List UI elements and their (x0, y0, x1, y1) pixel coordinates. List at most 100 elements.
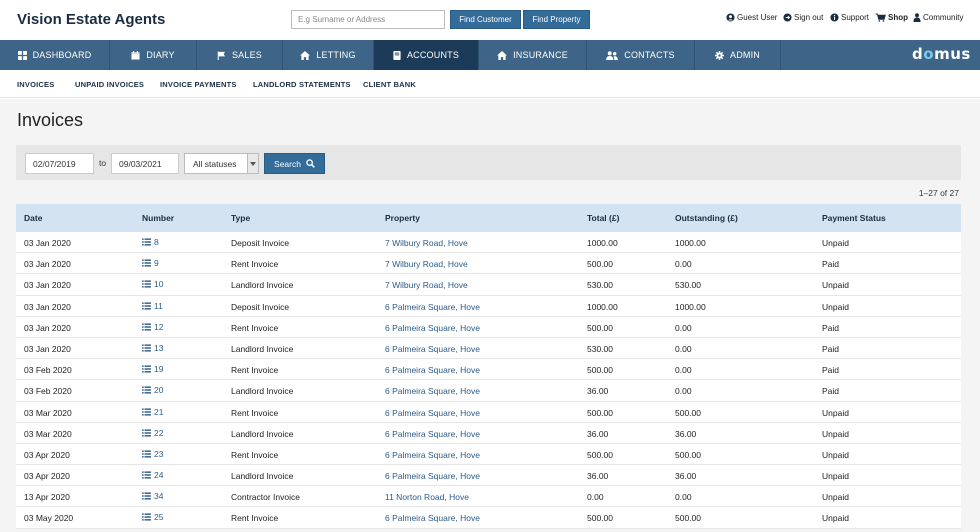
property-link[interactable]: 6 Palmeira Square, Hove (385, 450, 480, 460)
guest-user-link[interactable]: Guest User (726, 13, 777, 22)
property-link[interactable]: 6 Palmeira Square, Hove (385, 471, 480, 481)
invoice-number-link[interactable]: 9 (142, 258, 159, 268)
cell-type: Landlord Invoice (231, 343, 294, 354)
invoice-number-link[interactable]: 11 (142, 301, 163, 311)
nav-diary[interactable]: DIARY (110, 40, 197, 70)
property-link[interactable]: 7 Wilbury Road, Hove (385, 259, 468, 269)
subnav-unpaid-invoices[interactable]: UNPAID INVOICES (75, 80, 144, 89)
invoices-table: Date Number Type Property Total (£) Outs… (16, 204, 961, 529)
list-icon (142, 344, 151, 352)
cell-total: 500.00 (587, 449, 613, 460)
cell-total: 500.00 (587, 365, 613, 376)
col-outstanding[interactable]: Outstanding (£) (675, 213, 738, 223)
property-link[interactable]: 6 Palmeira Square, Hove (385, 344, 480, 354)
col-payment-status[interactable]: Payment Status (822, 213, 886, 223)
col-type[interactable]: Type (231, 213, 250, 223)
book-icon (393, 50, 401, 60)
property-link[interactable]: 6 Palmeira Square, Hove (385, 386, 480, 396)
cell-payment-status: Unpaid (822, 471, 849, 482)
cell-outstanding: 1000.00 (675, 238, 706, 248)
property-link[interactable]: 6 Palmeira Square, Hove (385, 408, 480, 418)
invoice-number-link[interactable]: 25 (142, 512, 163, 522)
grid-icon (17, 50, 27, 60)
nav-contacts[interactable]: CONTACTS (587, 40, 695, 70)
user-circle-icon (726, 13, 735, 22)
table-header: Date Number Type Property Total (£) Outs… (16, 204, 961, 232)
list-icon (142, 513, 151, 521)
invoice-number-link[interactable]: 23 (142, 449, 163, 459)
invoice-number-link[interactable]: 34 (142, 491, 163, 501)
nav-accounts[interactable]: ACCOUNTS (374, 40, 479, 70)
find-customer-button[interactable]: Find Customer (450, 10, 521, 29)
list-icon (142, 450, 151, 458)
nav-admin[interactable]: ADMIN (695, 40, 781, 70)
subnav-invoice-payments[interactable]: INVOICE PAYMENTS (160, 80, 237, 89)
support-label: Support (841, 13, 870, 22)
invoice-number-link[interactable]: 10 (142, 279, 163, 289)
cell-type: Contractor Invoice (231, 492, 300, 503)
cell-date: 03 Jan 2020 (24, 322, 71, 333)
community-link[interactable]: Community (913, 13, 963, 22)
invoice-number-link[interactable]: 12 (142, 322, 163, 332)
list-icon (142, 302, 151, 310)
nav-insurance[interactable]: INSURANCE (479, 40, 587, 70)
find-property-button[interactable]: Find Property (523, 10, 590, 29)
invoice-number-link[interactable]: 20 (142, 385, 163, 395)
domus-logo[interactable]: domus (912, 45, 971, 63)
invoice-number-link[interactable]: 19 (142, 364, 163, 374)
cell-total: 36.00 (587, 386, 609, 397)
sign-out-link[interactable]: Sign out (783, 13, 823, 22)
cell-total: 1000.00 (587, 238, 618, 248)
property-link[interactable]: 6 Palmeira Square, Hove (385, 365, 480, 375)
invoice-number: 24 (154, 470, 164, 481)
nav-dashboard[interactable]: DASHBOARD (0, 40, 110, 70)
col-number[interactable]: Number (142, 213, 174, 223)
property-link[interactable]: 7 Wilbury Road, Hove (385, 238, 468, 248)
date-to-input[interactable] (111, 153, 179, 174)
nav-letting[interactable]: LETTING (283, 40, 374, 70)
invoice-number-link[interactable]: 13 (142, 343, 163, 353)
search-input[interactable] (291, 10, 445, 29)
cell-type: Rent Invoice (231, 407, 279, 418)
cell-outstanding: 530.00 (675, 280, 701, 291)
nav-insurance-label: INSURANCE (513, 50, 568, 60)
property-link[interactable]: 7 Wilbury Road, Hove (385, 280, 468, 290)
invoice-number: 21 (154, 406, 164, 417)
property-link[interactable]: 6 Palmeira Square, Hove (385, 513, 480, 523)
subnav-client-bank[interactable]: CLIENT BANK (363, 80, 416, 89)
cell-total: 530.00 (587, 343, 613, 354)
cell-payment-status: Unpaid (822, 407, 849, 418)
sign-out-label: Sign out (794, 13, 824, 22)
property-link[interactable]: 6 Palmeira Square, Hove (385, 429, 480, 439)
cart-icon (875, 13, 886, 22)
cell-type: Landlord Invoice (231, 428, 294, 439)
invoice-number-link[interactable]: 22 (142, 428, 163, 438)
status-select[interactable]: All statuses (184, 153, 259, 174)
col-date[interactable]: Date (24, 213, 42, 223)
property-link[interactable]: 6 Palmeira Square, Hove (385, 302, 480, 312)
invoice-number-link[interactable]: 21 (142, 407, 163, 417)
nav-sales[interactable]: SALES (197, 40, 283, 70)
guest-user-label: Guest User (737, 13, 778, 22)
col-total[interactable]: Total (£) (587, 213, 619, 223)
invoice-number-link[interactable]: 24 (142, 470, 163, 480)
cell-payment-status: Unpaid (822, 280, 849, 291)
col-property[interactable]: Property (385, 213, 420, 223)
invoice-number: 19 (154, 364, 164, 375)
cell-total: 500.00 (587, 259, 613, 270)
cell-outstanding: 500.00 (675, 513, 701, 524)
shop-link[interactable]: Shop (875, 13, 908, 22)
invoice-number-link[interactable]: 8 (142, 237, 159, 247)
invoice-number: 12 (154, 321, 164, 332)
subnav-invoices[interactable]: INVOICES (17, 80, 54, 89)
property-link[interactable]: 6 Palmeira Square, Hove (385, 323, 480, 333)
property-link[interactable]: 11 Norton Road, Hove (385, 492, 469, 502)
support-link[interactable]: Support (830, 13, 869, 22)
date-from-input[interactable] (25, 153, 94, 174)
subnav-landlord-statements[interactable]: LANDLORD STATEMENTS (253, 80, 351, 89)
invoice-number: 22 (154, 427, 164, 438)
brand-title[interactable]: Vision Estate Agents (17, 11, 165, 28)
main-nav: DASHBOARD DIARY SALES LETTING ACCOUNTS I… (0, 40, 980, 70)
search-button[interactable]: Search (264, 153, 325, 174)
cell-outstanding: 1000.00 (675, 301, 706, 312)
